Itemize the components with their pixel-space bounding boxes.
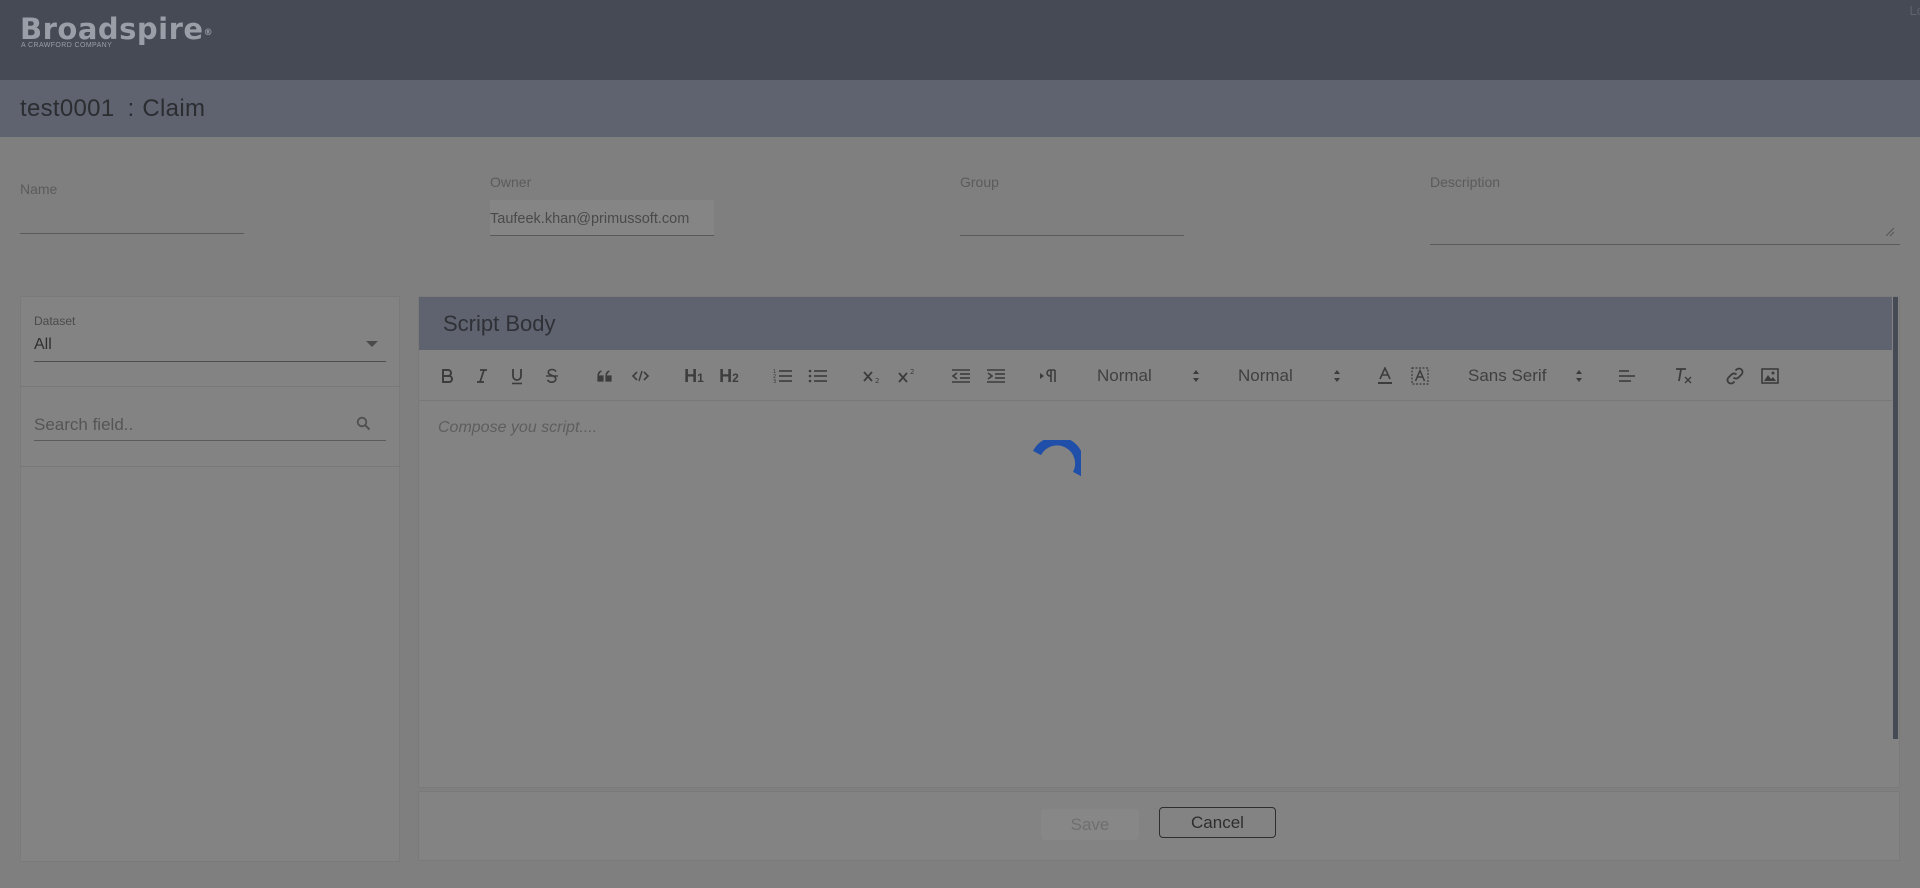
loading-spinner-icon: [1033, 440, 1081, 477]
link-icon: [1726, 367, 1744, 385]
dataset-select[interactable]: All: [34, 336, 52, 354]
underline-icon: [512, 368, 522, 384]
indent-icon: [987, 369, 1005, 383]
text-direction-button[interactable]: [1038, 363, 1060, 389]
align-icon: [1619, 370, 1635, 382]
h1-number: 1: [697, 370, 704, 385]
background-color-icon: [1411, 367, 1429, 385]
name-label: Name: [20, 181, 58, 197]
owner-field-underline: [490, 235, 714, 236]
logout-link[interactable]: Lo: [1910, 3, 1920, 18]
size-select[interactable]: Normal: [1097, 363, 1152, 389]
editor-placeholder[interactable]: Compose you script....: [438, 419, 597, 437]
code-button[interactable]: [630, 363, 650, 389]
clean-format-icon: [1676, 368, 1692, 384]
page-title: test0001 : Claim: [20, 95, 205, 123]
link-button[interactable]: [1725, 363, 1745, 389]
logo-text: Broadspire: [20, 12, 204, 46]
font-color-button[interactable]: [1375, 363, 1395, 389]
header-select[interactable]: Normal: [1238, 363, 1293, 389]
image-button[interactable]: [1760, 363, 1780, 389]
ordered-list-icon: 123: [773, 369, 792, 384]
name-field[interactable]: [20, 205, 244, 233]
chevron-down-icon[interactable]: [366, 341, 378, 347]
size-select-arrows-icon[interactable]: [1192, 368, 1200, 384]
owner-value: Taufeek.khan@primussoft.com: [490, 211, 690, 227]
italic-button[interactable]: [472, 363, 492, 389]
strike-button[interactable]: [542, 363, 562, 389]
group-label: Group: [960, 174, 999, 190]
heading-2-button[interactable]: H2: [717, 363, 741, 389]
bold-icon: [442, 369, 453, 383]
header-select-arrows-icon[interactable]: [1333, 368, 1341, 384]
logo-registered-mark: ®: [203, 28, 214, 38]
font-select-arrows-icon[interactable]: [1575, 368, 1583, 384]
dataset-underline: [34, 361, 386, 362]
heading-1-button[interactable]: H1: [682, 363, 706, 389]
title-separator: :: [127, 95, 135, 122]
editor-header: [419, 297, 1892, 350]
search-underline: [34, 440, 386, 441]
code-icon: [631, 370, 649, 382]
editor-title: Script Body: [443, 311, 556, 336]
toolbar-divider: [419, 400, 1892, 401]
name-field-underline: [20, 233, 244, 234]
search-input[interactable]: [34, 412, 344, 438]
search-icon[interactable]: [356, 416, 371, 431]
superscript-icon: 2: [898, 368, 914, 383]
h2-number: 2: [732, 370, 739, 385]
svg-text:2: 2: [910, 368, 914, 376]
blockquote-icon: [597, 370, 612, 382]
bold-button[interactable]: [437, 363, 457, 389]
image-icon: [1761, 368, 1779, 384]
top-header: [0, 0, 1920, 80]
h2-label: H2: [719, 366, 739, 387]
superscript-button[interactable]: 2: [896, 363, 918, 389]
cancel-button[interactable]: Cancel: [1159, 807, 1276, 838]
bullet-list-button[interactable]: [807, 363, 829, 389]
clean-format-button[interactable]: [1673, 363, 1695, 389]
save-button[interactable]: Save: [1041, 809, 1139, 840]
dataset-label: Dataset: [34, 314, 76, 328]
resize-grip-icon[interactable]: [1886, 228, 1894, 236]
align-button[interactable]: [1617, 363, 1637, 389]
outdent-button[interactable]: [950, 363, 972, 389]
subscript-button[interactable]: 2: [861, 363, 883, 389]
italic-icon: [477, 369, 487, 383]
subscript-icon: 2: [863, 371, 879, 384]
panel-divider: [20, 386, 400, 387]
editor-scrollbar[interactable]: [1893, 297, 1898, 739]
field-panel: [20, 296, 400, 862]
outdent-icon: [951, 369, 970, 383]
h1-letter: H: [684, 365, 698, 386]
font-color-icon: [1378, 367, 1392, 384]
strikethrough-icon: [546, 368, 558, 384]
description-field-underline: [1430, 244, 1900, 245]
h1-label: H1: [684, 366, 704, 387]
owner-label: Owner: [490, 174, 532, 190]
claim-id: test0001: [20, 95, 115, 122]
group-field-underline: [960, 235, 1184, 236]
description-field[interactable]: [1430, 200, 1900, 244]
broadspire-logo[interactable]: Broadspire® A CRAWFORD COMPANY: [20, 14, 213, 49]
font-select[interactable]: Sans Serif: [1468, 363, 1546, 389]
svg-text:3: 3: [773, 379, 776, 384]
title-band: [0, 80, 1920, 137]
group-field[interactable]: [960, 205, 1184, 235]
bullet-list-icon: [808, 369, 827, 383]
text-direction-icon: [1040, 369, 1056, 382]
claim-type: Claim: [142, 95, 206, 122]
background-color-button[interactable]: [1410, 363, 1430, 389]
svg-text:2: 2: [875, 377, 879, 384]
indent-button[interactable]: [985, 363, 1007, 389]
description-label: Description: [1430, 174, 1501, 190]
blockquote-button[interactable]: [595, 363, 615, 389]
h2-letter: H: [719, 365, 733, 386]
underline-button[interactable]: [507, 363, 527, 389]
ordered-list-button[interactable]: 123: [772, 363, 794, 389]
panel-divider: [20, 466, 400, 467]
